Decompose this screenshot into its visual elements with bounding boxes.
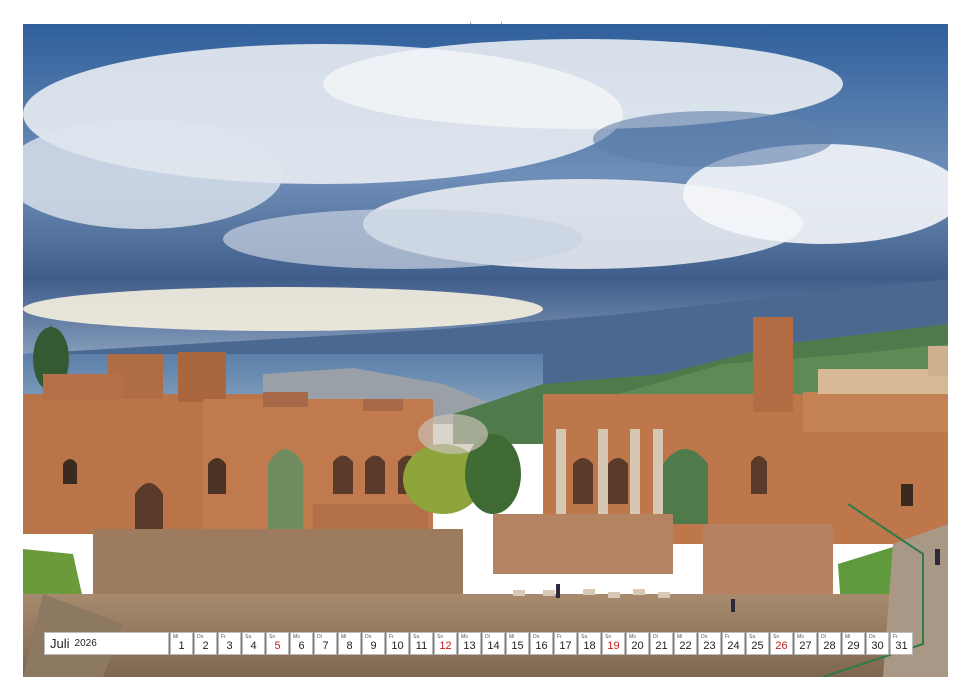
day-number: 17 [559, 640, 572, 652]
day-number: 11 [415, 640, 428, 652]
day-number: 20 [631, 640, 644, 652]
day-cell: Fr 3 [218, 632, 241, 655]
day-number: 7 [322, 640, 329, 652]
day-cell: Mo 6 [290, 632, 313, 655]
day-number: 28 [823, 640, 836, 652]
day-number: 14 [487, 640, 500, 652]
day-number: 21 [655, 640, 668, 652]
day-number: 24 [727, 640, 740, 652]
day-cell: So 26 [770, 632, 793, 655]
month-label-box: Juli 2026 [44, 632, 169, 655]
day-cell: So 12 [434, 632, 457, 655]
day-number: 15 [511, 640, 524, 652]
day-cell: Di 21 [650, 632, 673, 655]
year: 2026 [74, 638, 97, 649]
day-number: 25 [751, 640, 764, 652]
day-number: 1 [178, 640, 185, 652]
day-cell: Sa 4 [242, 632, 265, 655]
day-cell: Di 7 [314, 632, 337, 655]
day-number: 9 [370, 640, 377, 652]
day-number: 18 [583, 640, 596, 652]
day-cell: Do 30 [866, 632, 889, 655]
day-cell: Mo 27 [794, 632, 817, 655]
day-number: 16 [535, 640, 548, 652]
day-number: 8 [346, 640, 353, 652]
day-cell: Fr 31 [890, 632, 913, 655]
day-number: 5 [274, 640, 281, 652]
day-number: 12 [439, 640, 452, 652]
day-cell: Mi 15 [506, 632, 529, 655]
day-cell: Do 23 [698, 632, 721, 655]
month-name: Juli [50, 636, 70, 651]
day-number: 4 [250, 640, 257, 652]
day-cell: Di 14 [482, 632, 505, 655]
day-cell: Fr 10 [386, 632, 409, 655]
calendar-photo [23, 24, 948, 677]
day-cell: Sa 11 [410, 632, 433, 655]
day-number: 23 [703, 640, 716, 652]
day-number: 2 [202, 640, 209, 652]
day-cells: Mi 1 Do 2 Fr 3 Sa 4 So 5 Mo 6 Di 7 Mi 8 Do 9 Fr 10 Sa 11 So 12 M… [169, 632, 913, 655]
day-cell: Sa 25 [746, 632, 769, 655]
day-number: 13 [463, 640, 476, 652]
day-number: 19 [607, 640, 620, 652]
day-number: 31 [895, 640, 908, 652]
day-cell: Do 9 [362, 632, 385, 655]
day-cell: Mo 13 [458, 632, 481, 655]
day-number: 3 [226, 640, 233, 652]
day-number: 10 [391, 640, 404, 652]
day-cell: So 5 [266, 632, 289, 655]
day-number: 27 [799, 640, 812, 652]
ancient-theatre-image [23, 24, 948, 677]
day-cell: Do 2 [194, 632, 217, 655]
day-number: 22 [679, 640, 692, 652]
day-cell: Do 16 [530, 632, 553, 655]
day-number: 30 [871, 640, 884, 652]
day-cell: Di 28 [818, 632, 841, 655]
day-number: 6 [298, 640, 305, 652]
day-cell: Mi 8 [338, 632, 361, 655]
day-cell: So 19 [602, 632, 625, 655]
day-cell: Mo 20 [626, 632, 649, 655]
day-cell: Fr 24 [722, 632, 745, 655]
day-number: 29 [847, 640, 860, 652]
day-cell: Sa 18 [578, 632, 601, 655]
day-cell: Mi 1 [170, 632, 193, 655]
day-number: 26 [775, 640, 788, 652]
day-cell: Mi 22 [674, 632, 697, 655]
calendar-strip: Juli 2026 Mi 1 Do 2 Fr 3 Sa 4 So 5 Mo 6 Di 7 Mi 8 Do 9 Fr 1… [44, 632, 913, 655]
day-cell: Fr 17 [554, 632, 577, 655]
day-cell: Mi 29 [842, 632, 865, 655]
